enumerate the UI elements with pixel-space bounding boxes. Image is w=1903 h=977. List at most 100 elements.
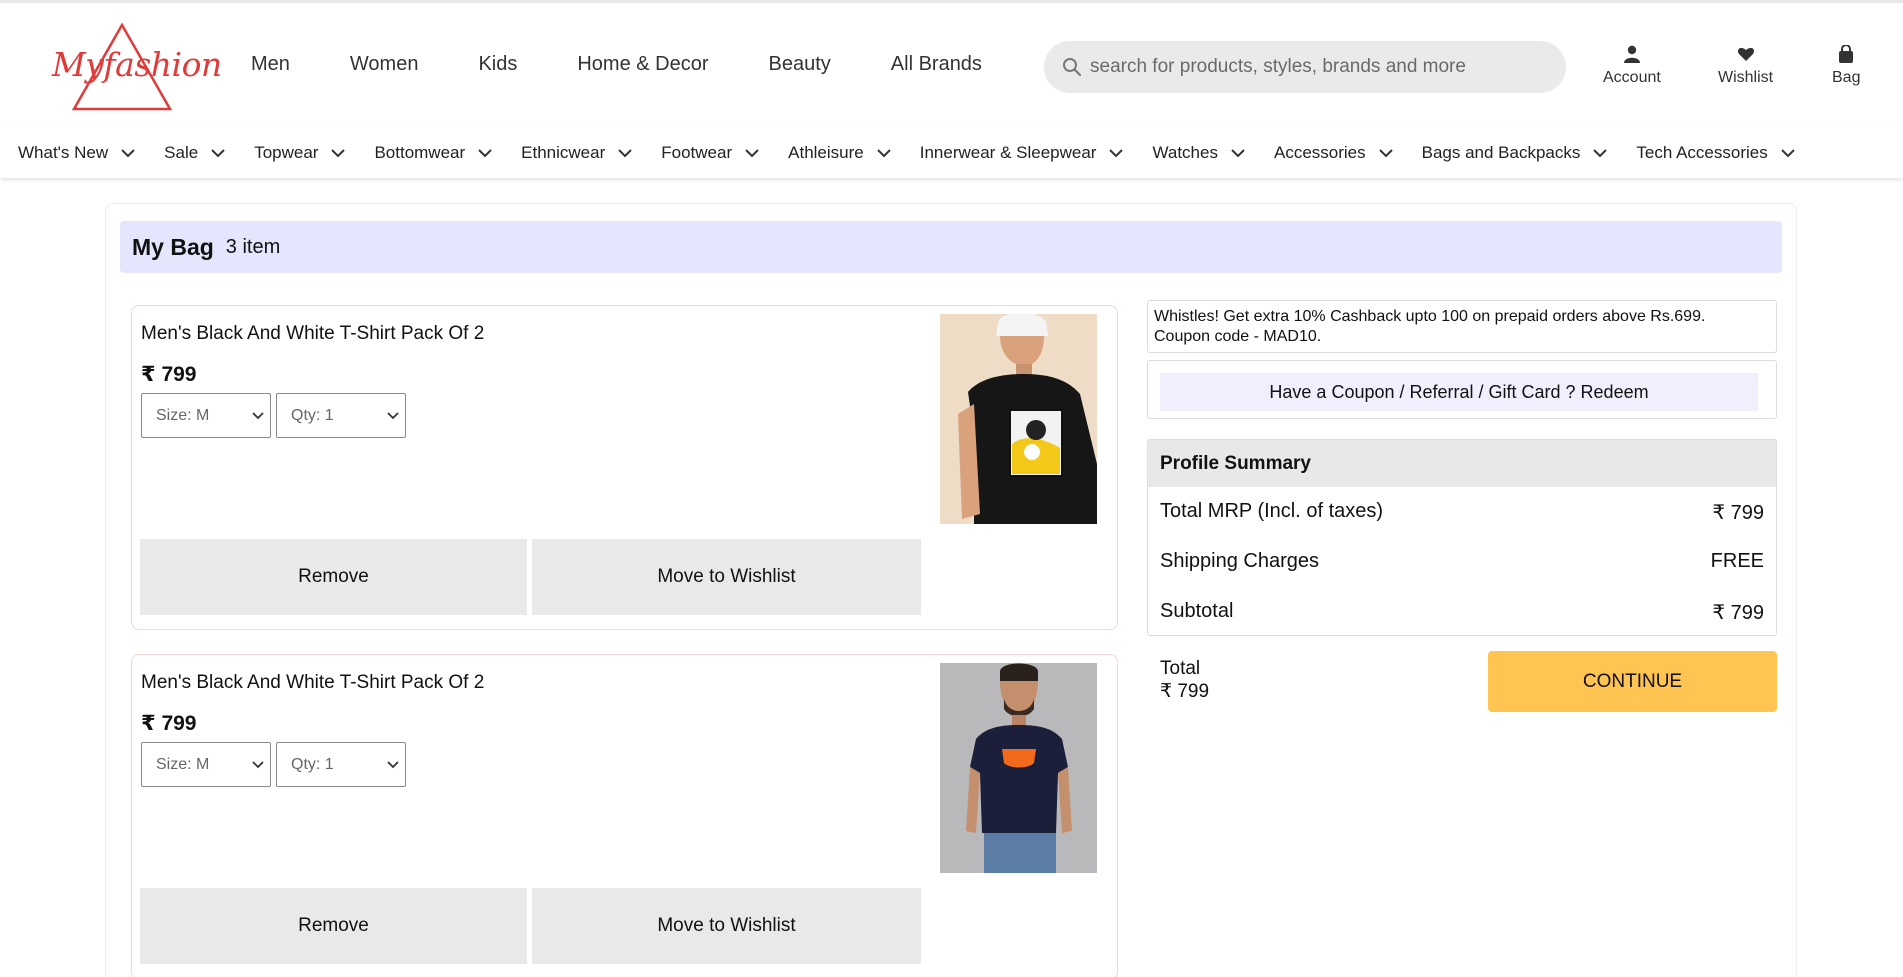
chevron-down-icon	[1781, 148, 1795, 157]
search-bar	[1044, 41, 1566, 93]
summary-row-total-mrp: Total MRP (Incl. of taxes) ₹ 799	[1160, 500, 1764, 525]
summary-row-shipping: Shipping Charges FREE	[1160, 550, 1764, 573]
wishlist-button[interactable]: Wishlist	[1718, 45, 1773, 87]
bag-button[interactable]: Bag	[1832, 45, 1860, 87]
summary-label: Total MRP (Incl. of taxes)	[1160, 500, 1384, 522]
promo-text: Whistles! Get extra 10% Cashback upto 10…	[1154, 308, 1706, 325]
bag-header: My Bag 3 item	[120, 221, 1782, 273]
product-image[interactable]	[940, 663, 1097, 873]
size-select[interactable]: Size: M	[141, 393, 271, 438]
summary-label: Subtotal	[1160, 600, 1234, 622]
category-label: Ethnicwear	[521, 143, 606, 162]
total-value: ₹ 799	[1160, 681, 1210, 702]
account-label: Account	[1603, 69, 1661, 86]
cart-item: Men's Black And White T-Shirt Pack Of 2 …	[131, 305, 1118, 630]
myfashion-logo[interactable]: Myfashion	[44, 21, 222, 113]
summary-value: ₹ 799	[1712, 602, 1764, 624]
search-input[interactable]	[1090, 52, 1556, 82]
size-value: Size: M	[156, 755, 210, 773]
chevron-down-icon	[1109, 148, 1124, 157]
size-select[interactable]: Size: M	[141, 742, 271, 787]
remove-button[interactable]: Remove	[140, 888, 527, 964]
category-label: Bottomwear	[374, 143, 466, 162]
category-footwear[interactable]: Footwear	[661, 143, 759, 163]
cart-item: Men's Black And White T-Shirt Pack Of 2 …	[131, 654, 1118, 977]
chevron-down-icon	[618, 148, 632, 157]
category-label: Innerwear & Sleepwear	[919, 143, 1097, 162]
chevron-down-icon	[1593, 148, 1608, 157]
category-bags-backpacks[interactable]: Bags and Backpacks	[1422, 143, 1608, 163]
category-label: What's New	[18, 143, 109, 162]
chevron-down-icon	[877, 148, 891, 157]
category-innerwear-sleepwear[interactable]: Innerwear & Sleepwear	[920, 143, 1124, 163]
chevron-down-icon	[211, 148, 225, 157]
wishlist-label: Wishlist	[1718, 69, 1774, 86]
category-bottomwear[interactable]: Bottomwear	[374, 143, 492, 163]
category-label: Tech Accessories	[1636, 143, 1768, 162]
category-athleisure[interactable]: Athleisure	[788, 143, 891, 163]
summary-value: FREE	[1710, 550, 1764, 572]
bag-label: Bag	[1832, 69, 1861, 86]
nav-men[interactable]: Men	[251, 53, 290, 76]
chevron-down-icon	[252, 412, 264, 420]
chevron-down-icon	[121, 148, 135, 157]
account-button[interactable]: Account	[1603, 45, 1661, 87]
user-icon	[1623, 45, 1640, 63]
category-label: Accessories	[1273, 143, 1366, 162]
nav-beauty[interactable]: Beauty	[769, 53, 831, 76]
category-label: Footwear	[661, 143, 733, 162]
category-sale[interactable]: Sale	[164, 143, 225, 163]
chevron-down-icon	[1378, 148, 1393, 157]
chevron-down-icon	[478, 148, 492, 157]
category-watches[interactable]: Watches	[1152, 143, 1245, 163]
logo-text: Myfashion	[52, 45, 222, 84]
promo-banner: Whistles! Get extra 10% Cashback upto 10…	[1147, 300, 1777, 353]
category-label: Athleisure	[788, 143, 864, 162]
bag-title: My Bag	[132, 233, 214, 260]
category-topwear[interactable]: Topwear	[254, 143, 346, 163]
chevron-down-icon	[252, 761, 264, 769]
category-tech-accessories[interactable]: Tech Accessories	[1636, 143, 1795, 163]
chevron-down-icon	[331, 148, 346, 157]
category-accessories[interactable]: Accessories	[1274, 143, 1393, 163]
search-icon[interactable]	[1062, 57, 1082, 77]
move-to-wishlist-button[interactable]: Move to Wishlist	[532, 888, 921, 964]
summary-row-subtotal: Subtotal ₹ 799	[1160, 600, 1764, 625]
nav-women[interactable]: Women	[350, 53, 419, 76]
quantity-select[interactable]: Qty: 1	[276, 393, 406, 438]
remove-button[interactable]: Remove	[140, 539, 527, 615]
category-label: Watches	[1152, 143, 1218, 162]
category-label: Topwear	[254, 143, 319, 162]
quantity-select[interactable]: Qty: 1	[276, 742, 406, 787]
chevron-down-icon	[387, 412, 399, 420]
product-price: ₹ 799	[141, 363, 197, 386]
cart-container: My Bag 3 item Men's Black And White T-Sh…	[105, 203, 1797, 977]
site-header: Myfashion Men Women Kids Home & Decor Be…	[0, 0, 1903, 128]
product-name: Men's Black And White T-Shirt Pack Of 2	[141, 323, 485, 344]
category-whats-new[interactable]: What's New	[18, 143, 135, 163]
nav-all-brands[interactable]: All Brands	[891, 53, 982, 76]
heart-icon	[1737, 47, 1754, 61]
main-nav: Men Women Kids Home & Decor Beauty All B…	[251, 53, 1042, 76]
summary-label: Shipping Charges	[1160, 550, 1319, 572]
quantity-value: Qty: 1	[291, 755, 334, 773]
continue-button[interactable]: CONTINUE	[1488, 651, 1777, 712]
nav-kids[interactable]: Kids	[478, 53, 517, 76]
size-value: Size: M	[156, 406, 210, 424]
chevron-down-icon	[745, 148, 759, 157]
nav-home-decor[interactable]: Home & Decor	[577, 53, 708, 76]
product-image[interactable]	[940, 314, 1097, 524]
product-name: Men's Black And White T-Shirt Pack Of 2	[141, 672, 485, 693]
redeem-coupon-button[interactable]: Have a Coupon / Referral / Gift Card ? R…	[1160, 373, 1758, 411]
total-label: Total	[1160, 658, 1201, 679]
tshirt-photo-illustration	[940, 314, 1097, 524]
summary-title: Profile Summary	[1148, 440, 1776, 487]
coupon-section: Have a Coupon / Referral / Gift Card ? R…	[1147, 360, 1777, 419]
tshirt-photo-illustration	[940, 663, 1097, 873]
move-to-wishlist-button[interactable]: Move to Wishlist	[532, 539, 921, 615]
price-summary: Profile Summary Total MRP (Incl. of taxe…	[1147, 439, 1777, 636]
shopping-bag-icon	[1839, 45, 1854, 63]
category-ethnicwear[interactable]: Ethnicwear	[521, 143, 632, 163]
category-label: Sale	[164, 143, 199, 162]
summary-value: ₹ 799	[1712, 502, 1764, 524]
